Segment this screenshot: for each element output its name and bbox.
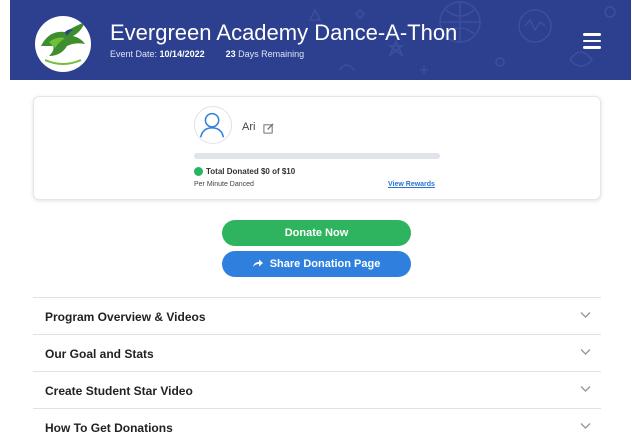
chevron-down-icon <box>580 423 591 429</box>
header-banner: Evergreen Academy Dance-A-Thon Event Dat… <box>10 0 631 80</box>
edit-icon[interactable] <box>263 123 274 134</box>
chevron-down-icon <box>580 386 591 392</box>
section-program-overview[interactable]: Program Overview & Videos <box>33 297 601 335</box>
total-donated: Total Donated $0 of $10 <box>206 167 296 176</box>
page-title: Evergreen Academy Dance-A-Thon <box>110 20 458 45</box>
donate-now-button[interactable]: Donate Now <box>222 220 411 246</box>
academy-logo <box>35 16 91 72</box>
view-rewards-link[interactable]: View Rewards <box>388 181 435 188</box>
section-label: Our Goal and Stats <box>45 347 154 361</box>
event-date: 10/14/2022 <box>159 49 205 59</box>
share-donation-page-button[interactable]: Share Donation Page <box>222 251 411 277</box>
section-label: Create Student Star Video <box>45 384 193 398</box>
section-label: How To Get Donations <box>45 421 173 435</box>
donate-now-label: Donate Now <box>284 227 349 239</box>
event-info: Event Date: 10/14/2022 23 Days Remaining <box>110 49 304 59</box>
status-dot-icon <box>194 167 203 176</box>
section-how-to-get-donations[interactable]: How To Get Donations <box>33 408 601 444</box>
section-goal-and-stats[interactable]: Our Goal and Stats <box>33 334 601 372</box>
share-donation-page-label: Share Donation Page <box>269 258 381 270</box>
avatar <box>194 106 232 144</box>
share-arrow-icon <box>252 259 263 267</box>
user-avatar-icon <box>199 112 225 138</box>
student-name: Ari <box>242 121 256 133</box>
eagle-logo-icon <box>36 17 90 71</box>
section-student-star-video[interactable]: Create Student Star Video <box>33 371 601 409</box>
chevron-down-icon <box>580 312 591 318</box>
days-remaining-count: 23 <box>225 49 236 59</box>
hamburger-menu-icon[interactable] <box>583 33 601 49</box>
chevron-down-icon <box>580 349 591 355</box>
event-date-label: Event Date: <box>110 49 158 59</box>
donation-progress-bar <box>194 153 440 159</box>
section-label: Program Overview & Videos <box>45 310 206 324</box>
student-profile-card: Ari Total Donated $0 of $10 Per Minute D… <box>33 96 601 200</box>
per-minute-label: Per Minute Danced <box>194 181 254 188</box>
days-remaining-label: Days Remaining <box>238 49 305 59</box>
